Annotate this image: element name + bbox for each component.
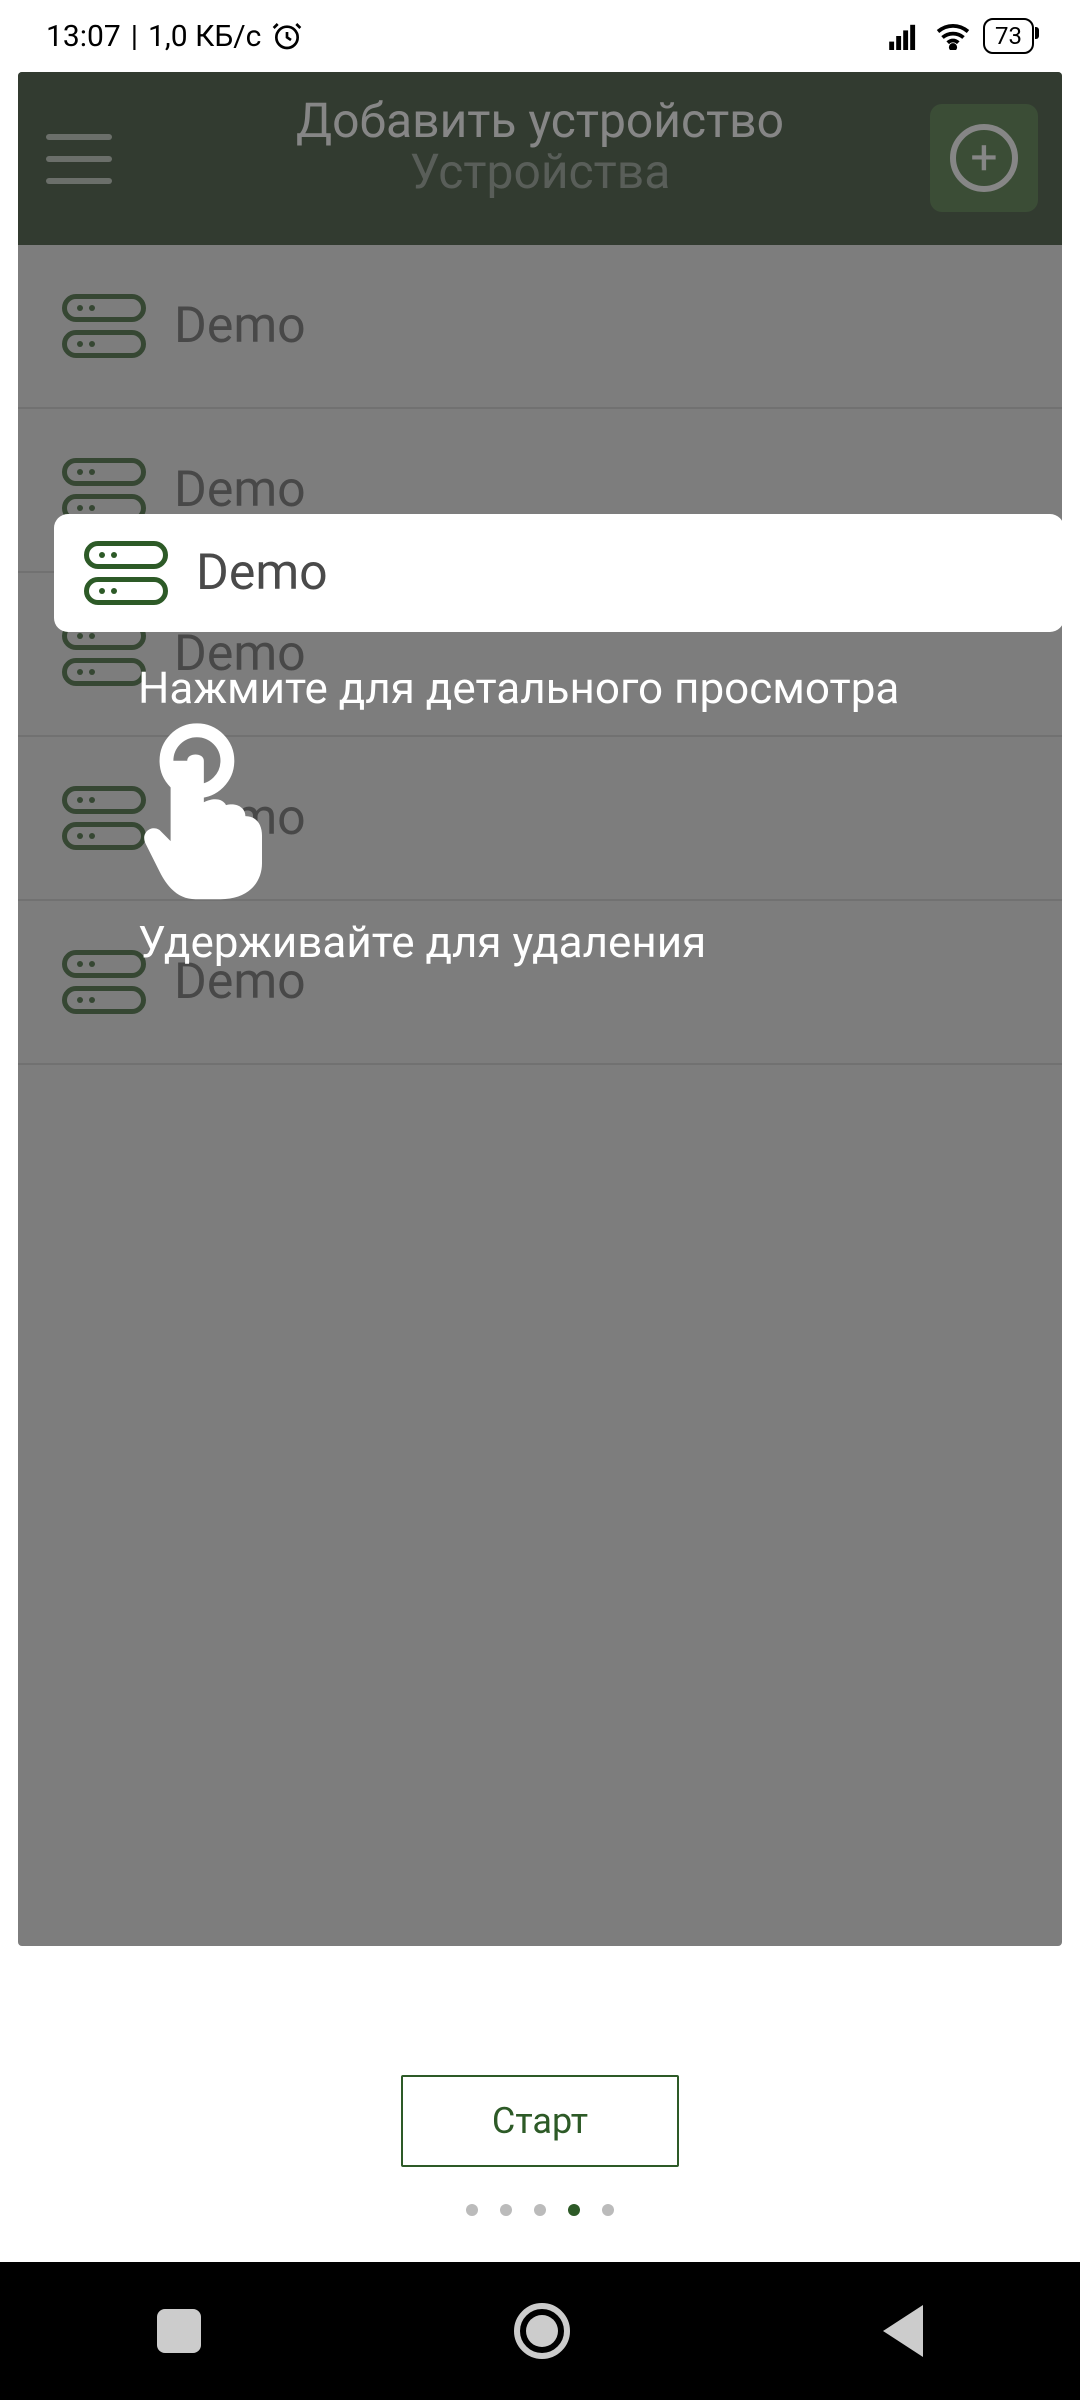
battery-indicator: 73 — [983, 18, 1034, 54]
back-button[interactable] — [883, 2305, 923, 2357]
system-nav-bar — [0, 2262, 1080, 2400]
page-indicator — [466, 2204, 614, 2216]
status-left: 13:07 | 1,0 КБ/с — [46, 19, 303, 54]
pager-dot[interactable] — [534, 2204, 546, 2216]
app-content: Добавить устройство Устройства + Demo De… — [0, 72, 1080, 2400]
tutorial-overlay[interactable] — [18, 72, 1062, 1946]
signal-icon — [889, 22, 923, 50]
pager-dot[interactable] — [466, 2204, 478, 2216]
tip-tap-text: Нажмите для детального просмотра — [138, 662, 899, 714]
recents-button[interactable] — [157, 2309, 201, 2353]
pager-dot-active[interactable] — [568, 2204, 580, 2216]
device-icon — [84, 541, 168, 605]
net-speed: 1,0 КБ/с — [148, 19, 261, 54]
tap-hand-icon — [138, 722, 278, 902]
start-button-label: Старт — [492, 2100, 588, 2142]
wifi-icon — [935, 22, 971, 50]
tip-hold-text: Удерживайте для удаления — [138, 916, 706, 968]
separator: | — [131, 19, 138, 54]
device-label: Demo — [196, 544, 328, 602]
start-button[interactable]: Старт — [401, 2075, 679, 2167]
highlighted-list-item[interactable]: Demo — [54, 514, 1062, 632]
home-button[interactable] — [514, 2303, 570, 2359]
pager-dot[interactable] — [500, 2204, 512, 2216]
pager-dot[interactable] — [602, 2204, 614, 2216]
alarm-icon — [271, 20, 303, 52]
status-bar: 13:07 | 1,0 КБ/с 73 — [0, 0, 1080, 72]
clock: 13:07 — [46, 19, 121, 54]
tutorial-screenshot: Добавить устройство Устройства + Demo De… — [18, 72, 1062, 1946]
status-right: 73 — [889, 18, 1034, 54]
